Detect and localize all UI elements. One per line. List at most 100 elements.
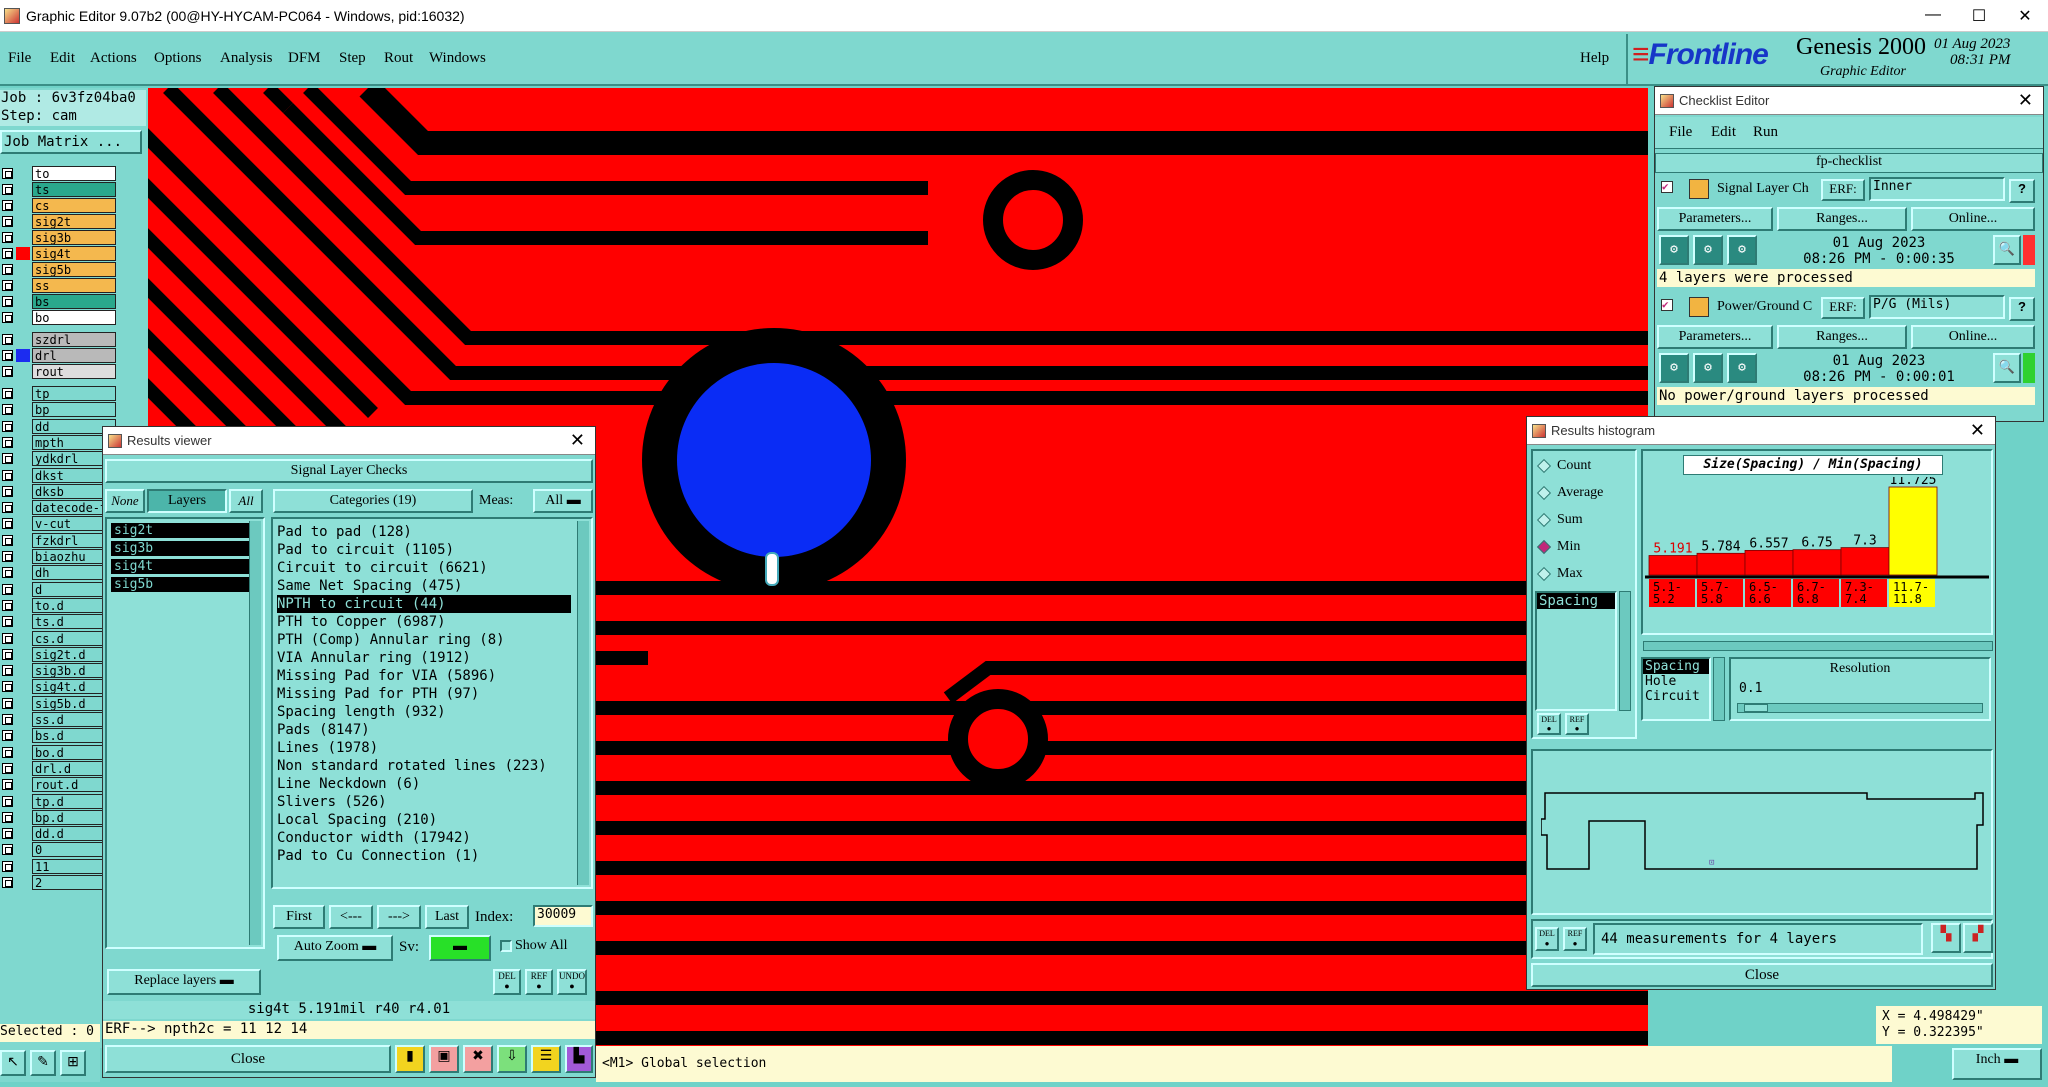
layer-row[interactable]: ts <box>0 182 116 197</box>
tool-icon-1[interactable]: ▮ <box>395 1045 425 1073</box>
run-icon[interactable]: ⚙ <box>1659 235 1689 265</box>
layer-color-swatch[interactable] <box>16 696 30 710</box>
menu-windows[interactable]: Windows <box>429 50 486 67</box>
mode-option[interactable]: Average <box>1536 482 1603 504</box>
menu-rout[interactable]: Rout <box>384 50 413 67</box>
mode-radio[interactable] <box>1536 458 1552 474</box>
tool-icon-3[interactable]: ✖ <box>463 1045 493 1073</box>
mode-option[interactable]: Sum <box>1536 509 1583 531</box>
layer-row[interactable]: cs.d <box>0 630 116 646</box>
mode-option[interactable]: Max <box>1536 563 1583 585</box>
online-button[interactable]: Online... <box>1911 325 2035 349</box>
layer-color-swatch[interactable] <box>16 349 30 362</box>
layer-checkbox[interactable] <box>2 583 13 595</box>
layer-row[interactable]: tp <box>0 386 116 401</box>
run-layers-icon[interactable]: ⚙ <box>1693 353 1723 383</box>
layer-color-swatch[interactable] <box>16 729 30 743</box>
categories-scrollbar[interactable] <box>577 521 589 885</box>
undo-button[interactable]: UNDO ● <box>557 969 587 995</box>
layer-checkbox[interactable] <box>2 828 13 840</box>
del-button[interactable]: DEL ● <box>493 969 521 995</box>
layer-row[interactable]: dksb <box>0 483 116 499</box>
layer-color-swatch[interactable] <box>16 199 30 212</box>
help-icon[interactable]: ? <box>2009 297 2035 321</box>
category-item[interactable]: PTH (Comp) Annular ring (8) <box>277 631 505 649</box>
layer-color-swatch[interactable] <box>16 582 30 596</box>
erf-label[interactable]: ERF: <box>1821 179 1865 201</box>
layer-row[interactable]: sig5b.d <box>0 695 116 711</box>
layer-checkbox[interactable] <box>2 697 13 709</box>
ce-menu-file[interactable]: File <box>1669 124 1692 141</box>
layer-row[interactable]: drl.d <box>0 760 116 776</box>
layer-color-swatch[interactable] <box>16 517 30 531</box>
layer-row[interactable]: dkst <box>0 467 116 483</box>
layer-row[interactable]: to <box>0 166 116 181</box>
layer-checkbox[interactable] <box>2 681 13 693</box>
layer-row[interactable]: dd.d <box>0 826 116 842</box>
erf-value[interactable]: P/G (Mils) <box>1869 295 2005 319</box>
layer-name[interactable]: ts <box>32 182 116 197</box>
layer-checkbox[interactable] <box>2 350 13 361</box>
layer-checkbox[interactable] <box>2 648 13 660</box>
layer-checkbox[interactable] <box>2 811 13 823</box>
layer-checkbox[interactable] <box>2 551 13 562</box>
replace-layers-select[interactable]: Replace layers ▬ <box>107 969 261 995</box>
menu-analysis[interactable]: Analysis <box>220 50 273 67</box>
show-all-checkbox[interactable] <box>500 940 512 952</box>
layer-name[interactable]: rout <box>32 364 116 379</box>
size-item-spacing[interactable]: Spacing <box>1643 659 1709 674</box>
select-tool-icon[interactable]: ↖ <box>0 1050 26 1076</box>
layer-color-swatch[interactable] <box>16 215 30 228</box>
layer-color-swatch[interactable] <box>16 387 30 400</box>
hist-ref-button[interactable]: REF ● <box>1565 713 1589 735</box>
menu-help[interactable]: Help <box>1580 50 1609 67</box>
tool-icon-4[interactable]: ⇩ <box>497 1045 527 1073</box>
minimize-icon[interactable]: — <box>1910 6 1956 26</box>
run-erf-icon[interactable]: ⚙ <box>1727 235 1757 265</box>
layer-checkbox[interactable] <box>2 746 13 758</box>
layer-row[interactable]: dd <box>0 418 116 434</box>
layer-color-swatch[interactable] <box>16 501 30 515</box>
layer-name[interactable]: sig5b <box>32 262 116 277</box>
ref-button[interactable]: REF ● <box>525 969 553 995</box>
category-item[interactable]: PTH to Copper (6987) <box>277 613 446 631</box>
menu-dfm[interactable]: DFM <box>288 50 321 67</box>
mode-option[interactable]: Min <box>1536 536 1580 558</box>
layer-checkbox[interactable] <box>2 502 13 514</box>
layer-checkbox[interactable] <box>2 453 13 465</box>
layer-color-swatch[interactable] <box>16 533 30 547</box>
layer-row[interactable]: sig4t.d <box>0 679 116 695</box>
layer-row[interactable]: dh <box>0 565 116 581</box>
layer-color-swatch[interactable] <box>16 664 30 678</box>
check-name-header[interactable]: Signal Layer Checks <box>105 459 593 483</box>
layer-checkbox[interactable] <box>2 534 13 546</box>
category-item[interactable]: Spacing length (932) <box>277 703 446 721</box>
check-enable-checkbox[interactable]: ✔ <box>1661 181 1673 193</box>
layer-checkbox[interactable] <box>2 168 13 179</box>
layer-checkbox[interactable] <box>2 779 13 791</box>
layer-color-swatch[interactable] <box>16 279 30 292</box>
categories-button[interactable]: Categories (19) <box>273 489 473 513</box>
layer-color-swatch[interactable] <box>16 231 30 244</box>
ranges-button[interactable]: Ranges... <box>1777 207 1907 231</box>
layer-checkbox[interactable] <box>2 518 13 530</box>
layer-color-swatch[interactable] <box>16 713 30 726</box>
layer-checkbox[interactable] <box>2 485 13 497</box>
category-item[interactable]: Pads (8147) <box>277 721 370 739</box>
last-button[interactable]: Last <box>425 905 469 929</box>
layer-name[interactable]: sig2t <box>32 214 116 229</box>
layer-checkbox[interactable] <box>2 795 13 807</box>
layer-color-swatch[interactable] <box>16 484 30 498</box>
category-item[interactable]: Missing Pad for PTH (97) <box>277 685 479 703</box>
layer-checkbox[interactable] <box>2 730 13 742</box>
menu-file[interactable]: File <box>8 50 31 67</box>
help-icon[interactable]: ? <box>2009 179 2035 203</box>
layer-row[interactable]: sig4t <box>0 246 116 261</box>
layer-row[interactable]: sig2t.d <box>0 646 116 662</box>
layer-checkbox[interactable] <box>2 762 13 774</box>
mode-radio[interactable] <box>1536 485 1552 501</box>
layer-row[interactable]: rout.d <box>0 777 116 793</box>
close-icon[interactable]: ✕ <box>2018 90 2033 111</box>
erf-label[interactable]: ERF: <box>1821 297 1865 319</box>
draw-tool-icon[interactable]: ✎ <box>30 1050 56 1076</box>
